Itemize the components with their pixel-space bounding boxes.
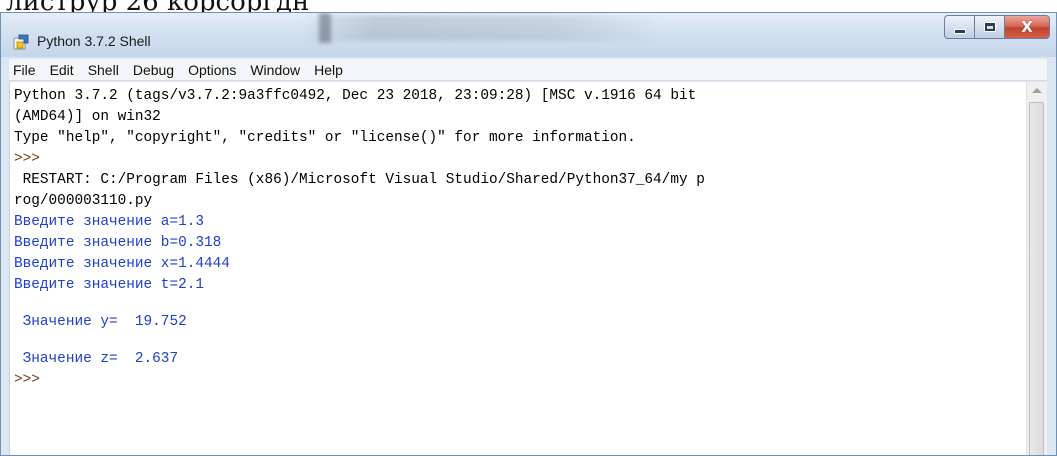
python-idle-icon[interactable] [13, 33, 31, 51]
menu-shell[interactable]: Shell [88, 62, 119, 78]
title-bar-blur-mark [319, 13, 331, 43]
shell-output-line: Введите значение b=0.318 [14, 235, 222, 251]
minimize-icon [953, 28, 966, 34]
scroll-thumb[interactable] [1029, 102, 1044, 455]
menu-debug[interactable]: Debug [133, 62, 174, 78]
idle-shell-window: Python 3.7.2 Shell X File Edit Shell Deb… [0, 12, 1057, 456]
shell-output-line: Значение z= 2.637 [14, 351, 179, 367]
shell-prompt: >>> [14, 372, 49, 388]
maximize-button[interactable] [974, 15, 1004, 39]
close-button[interactable]: X [1004, 15, 1050, 39]
close-icon: X [1021, 17, 1033, 36]
vertical-scrollbar[interactable] [1026, 82, 1047, 455]
menu-help[interactable]: Help [314, 62, 343, 78]
title-bar[interactable]: Python 3.7.2 Shell X [1, 13, 1056, 57]
menu-file[interactable]: File [13, 62, 36, 78]
window-controls: X [944, 15, 1050, 39]
minimize-button[interactable] [944, 15, 974, 39]
shell-output-line: Type "help", "copyright", "credits" or "… [14, 130, 636, 146]
maximize-icon [983, 22, 996, 32]
shell-output-line: rog/000003110.py [14, 193, 153, 209]
shell-output-line: Значение y= 19.752 [14, 314, 187, 330]
window-title: Python 3.7.2 Shell [37, 33, 151, 49]
shell-output-line: RESTART: C:/Program Files (x86)/Microsof… [14, 172, 705, 188]
scroll-up-arrow-icon[interactable] [1032, 88, 1042, 93]
shell-prompt: >>> [14, 151, 49, 167]
shell-output-line: Введите значение x=1.4444 [14, 256, 230, 272]
shell-output-line: (AMD64)] on win32 [14, 109, 161, 125]
shell-panel: Python 3.7.2 (tags/v3.7.2:9a3ffc0492, De… [9, 82, 1047, 455]
shell-output-line: Введите значение t=2.1 [14, 277, 204, 293]
menu-window[interactable]: Window [250, 62, 300, 78]
shell-blank-line [14, 333, 1028, 349]
shell-text-area[interactable]: Python 3.7.2 (tags/v3.7.2:9a3ffc0492, De… [10, 82, 1028, 455]
menu-options[interactable]: Options [188, 62, 236, 78]
title-bar-blur-overlay [301, 15, 661, 41]
shell-output-line: Python 3.7.2 (tags/v3.7.2:9a3ffc0492, De… [14, 88, 697, 104]
shell-blank-line [14, 296, 1028, 312]
menu-bar: File Edit Shell Debug Options Window Hel… [9, 59, 1047, 81]
menu-edit[interactable]: Edit [50, 62, 74, 78]
shell-output-line: Введите значение a=1.3 [14, 214, 204, 230]
